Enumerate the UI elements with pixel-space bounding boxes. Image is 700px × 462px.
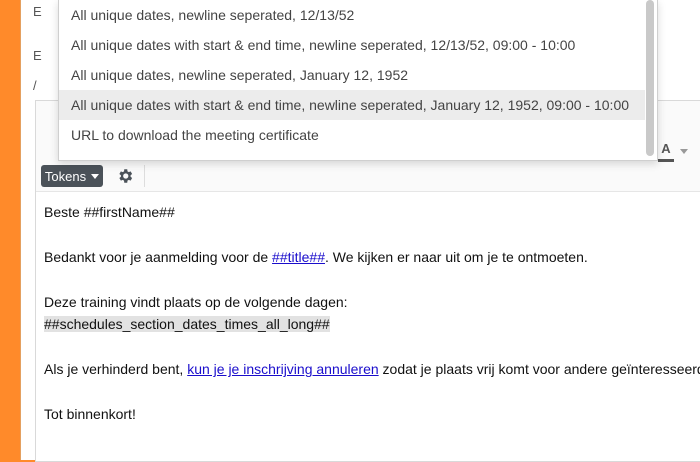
background-label-fragment: / xyxy=(33,78,37,93)
font-color-button[interactable]: A xyxy=(658,141,674,162)
thanks-line: Bedankt voor je aanmelding voor de ##tit… xyxy=(44,249,588,265)
cancel-registration-link[interactable]: kun je je inschrijving annuleren xyxy=(187,361,378,377)
editor-content[interactable]: Beste ##firstName## Bedankt voor je aanm… xyxy=(44,201,700,425)
schedule-token-line: ##schedules_section_dates_times_all_long… xyxy=(44,313,700,335)
training-line: Deze training vindt plaats op de volgend… xyxy=(44,294,348,310)
gear-icon xyxy=(119,169,133,183)
dropdown-item[interactable]: URL to download the meeting certificate xyxy=(59,120,645,150)
dropdown-scrollbar[interactable] xyxy=(646,0,654,156)
caret-down-icon xyxy=(91,173,100,179)
greeting-line: Beste ##firstName## xyxy=(44,204,175,220)
token-dropdown-menu: All unique dates, newline seperated, 12/… xyxy=(58,0,658,161)
dropdown-item[interactable]: All unique dates, newline seperated, Jan… xyxy=(59,60,645,90)
background-label-fragment: E xyxy=(33,48,42,63)
dropdown-item[interactable]: All unique dates, newline seperated, 12/… xyxy=(59,0,645,30)
background-label-fragment: E xyxy=(33,4,42,19)
main-panel: E E / A Tokens Beste ##firstName## Bedan… xyxy=(20,0,700,462)
chevron-down-icon[interactable] xyxy=(680,149,688,154)
dropdown-item[interactable]: All unique dates with start & end time, … xyxy=(59,30,645,60)
cancel-line: Als je verhinderd bent, kun je je inschr… xyxy=(44,361,700,377)
title-token-link[interactable]: ##title## xyxy=(272,249,325,265)
tokens-button[interactable]: Tokens xyxy=(41,165,103,187)
settings-button[interactable] xyxy=(112,165,138,187)
toolbar-divider xyxy=(144,165,145,187)
tokens-button-label: Tokens xyxy=(44,168,87,184)
schedule-token[interactable]: ##schedules_section_dates_times_all_long… xyxy=(44,316,330,332)
closing-line: Tot binnenkort! xyxy=(44,406,136,422)
dropdown-item-highlighted[interactable]: All unique dates with start & end time, … xyxy=(59,90,645,120)
